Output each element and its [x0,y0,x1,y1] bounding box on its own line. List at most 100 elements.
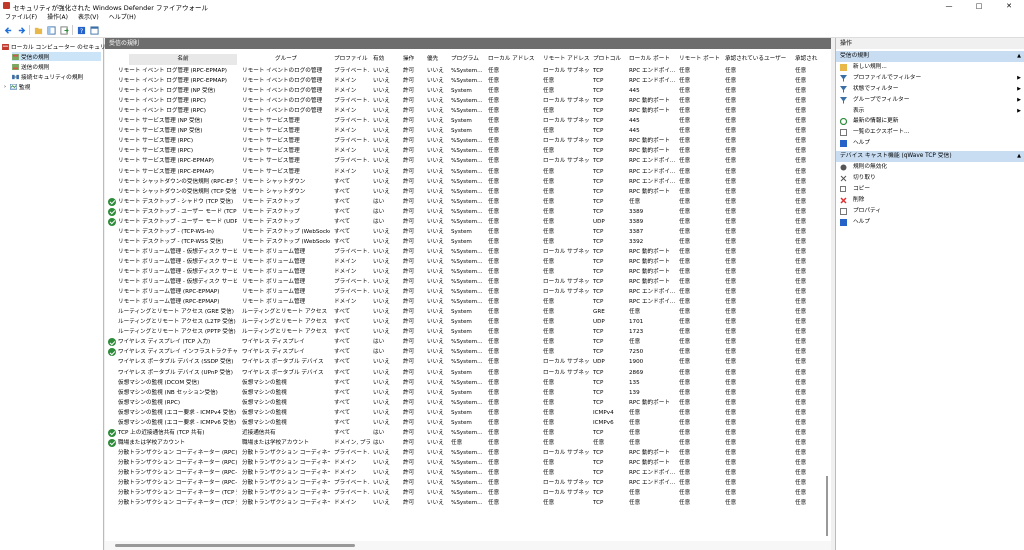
action-item[interactable]: 状態でフィルター ▶ [836,84,1024,95]
table-row[interactable]: 分散トランザクション コーディネーター (RPC) 分散トランザクション コーディ… [105,458,831,468]
menu-view[interactable]: 表示(V) [73,12,104,23]
export-list-icon[interactable] [59,25,69,35]
column-header[interactable]: 優先 [427,54,449,65]
table-row[interactable]: 分散トランザクション コーディネーター (RPC-ER... 分散トランザクション… [105,478,831,488]
table-row[interactable]: リモート ボリューム管理 (RPC-EPMAP) リモート ボリューム管理 プライベ… [105,287,831,297]
collapse-up-icon[interactable]: ▲ [1017,151,1021,162]
table-row[interactable]: リモート サービス管理 (RPC-EPMAP) リモート サービス管理 ドメイン いい… [105,167,831,177]
table-row[interactable]: ルーティングとリモート アクセス (PPTP 受信) ルーティングとリモート アク… [105,327,831,337]
column-header[interactable]: ローカル アドレス [488,54,540,65]
table-row[interactable]: ワイヤレス ポータブル デバイス (SSDP 受信) ワイヤレス ポータブル デバ… [105,357,831,367]
table-row[interactable]: 職場または学校アカウント 職場または学校アカウント ドメイン, プラ...はい 許可 い… [105,438,831,448]
column-header[interactable]: リモート アドレス [543,54,591,65]
table-row[interactable]: ワイヤレス ディスプレイ インフラストラクチャ バッ... ワイヤレス ディスプレ… [105,347,831,357]
action-item[interactable]: 削除 [836,195,1024,206]
table-row[interactable]: リモート ボリューム管理 (RPC-EPMAP) リモート ボリューム管理 ドメイン… [105,297,831,307]
action-item[interactable]: ヘルプ [836,217,1024,228]
table-row[interactable]: リモート ボリューム管理 - 仮想ディスク サービス ... リモート ボリューム… [105,257,831,267]
action-item[interactable]: コピー [836,184,1024,195]
column-header[interactable]: リモート ポート [679,54,722,65]
column-header[interactable]: 有効 [373,54,400,65]
vertical-scroll-thumb[interactable] [826,476,828,536]
action-item[interactable]: 一覧のエクスポート... [836,127,1024,138]
table-row[interactable]: リモート デスクトップ - シャドウ (TCP 受信) リモート デスクトップ すべ… [105,197,831,207]
action-item[interactable]: 切り取り [836,173,1024,184]
table-row[interactable]: リモート イベント ログ管理 (RPC-EPMAP) リモート イベントのログの管… [105,66,831,76]
table-row[interactable]: ワイヤレス ディスプレイ (TCP 入力) ワイヤレス ディスプレイ すべて はい 許可… [105,337,831,347]
horizontal-scrollbar[interactable] [105,541,831,550]
column-header[interactable]: プロトコル [593,54,626,65]
maximize-button[interactable]: □ [964,0,994,12]
column-header[interactable]: 承認され [795,54,831,65]
table-row[interactable]: リモート デスクトップ - (TCP-WS-In) リモート デスクトップ (We… [105,227,831,237]
table-row[interactable]: リモート イベント ログ管理 (RPC-EPMAP) リモート イベントのログの管… [105,76,831,86]
table-row[interactable]: 仮想マシンの監視 (エコー要求 - ICMPv4 受信) 仮想マシンの監視 すべて い… [105,408,831,418]
menu-help[interactable]: ヘルプ(H) [104,12,141,23]
column-header[interactable]: グループ [242,54,330,65]
up-folder-icon[interactable] [33,25,43,35]
close-button[interactable]: ✕ [994,0,1024,12]
table-row[interactable]: リモート サービス管理 (NP 受信) リモート サービス管理 ドメイン いいえ 許可 い… [105,126,831,136]
action-item[interactable]: プロファイルでフィルター ▶ [836,73,1024,84]
collapse-up-icon[interactable]: ▲ [1017,51,1021,62]
column-header[interactable]: 操作 [403,54,425,65]
horizontal-scroll-thumb[interactable] [115,544,355,547]
table-row[interactable]: 分散トランザクション コーディネーター (TCP 受信) 分散トランザクション コ… [105,488,831,498]
column-header[interactable]: プロファイル [334,54,370,65]
table-row[interactable]: リモート サービス管理 (NP 受信) リモート サービス管理 プライベート... い… [105,116,831,126]
table-row[interactable]: リモート ボリューム管理 - 仮想ディスク サービス ... リモート ボリューム… [105,247,831,257]
table-row[interactable]: リモート ボリューム管理 - 仮想ディスク サービス ... リモート ボリューム… [105,267,831,277]
show-hide-tree-icon[interactable] [46,25,56,35]
properties-view-icon[interactable] [89,25,99,35]
tree-item-monitoring[interactable]: › 監視 [4,82,30,91]
action-item[interactable]: ヘルプ [836,138,1024,149]
minimize-button[interactable]: — [934,0,964,12]
actions-section-selected-rule[interactable]: デバイス キャスト機能 (qWave TCP 受信) ▲ [836,151,1024,163]
back-arrow-icon[interactable] [3,25,13,35]
table-row[interactable]: リモート サービス管理 (RPC-EPMAP) リモート サービス管理 プライベート… [105,156,831,166]
table-row[interactable]: 仮想マシンの監視 (DCOM 受信) 仮想マシンの監視 すべて いいえ 許可 いいえ %Sy… [105,378,831,388]
tree-item-connection-security-rules[interactable]: 接続セキュリティの規則 [12,72,83,81]
vertical-scrollbar[interactable] [823,66,831,539]
table-row[interactable]: リモート イベント ログ管理 (RPC) リモート イベントのログの管理 プライベー… [105,96,831,106]
table-row[interactable]: リモート ボリューム管理 - 仮想ディスク サービス ... リモート ボリューム… [105,277,831,287]
table-row[interactable]: リモート サービス管理 (RPC) リモート サービス管理 プライベート... いいえ… [105,136,831,146]
table-row[interactable]: 分散トランザクション コーディネーター (RPC-ER... 分散トランザクション… [105,468,831,478]
table-row[interactable]: ワイヤレス ポータブル デバイス (UPnP 受信) ワイヤレス ポータブル デバ… [105,368,831,378]
table-row[interactable]: リモート デスクトップ - ユーザー モード (UDP 受信) リモート デスクト… [105,217,831,227]
action-item[interactable]: プロパティ [836,206,1024,217]
table-row[interactable]: リモート サービス管理 (RPC) リモート サービス管理 ドメイン いいえ 許可 いいえ… [105,146,831,156]
tree-item-inbound-rules[interactable]: 受信の規則 [12,52,101,61]
action-item[interactable]: グループでフィルター ▶ [836,95,1024,106]
action-item[interactable]: 最新の情報に更新 [836,116,1024,127]
menu-file[interactable]: ファイル(F) [0,12,42,23]
column-header[interactable]: 承認されているユーザー [725,54,791,65]
tree-root[interactable]: ローカル コンピューター のセキュリティ [2,42,117,51]
menu-action[interactable]: 操作(A) [42,12,73,23]
actions-section-inbound-rules[interactable]: 受信の規則 ▲ [836,51,1024,62]
help-icon[interactable]: ? [76,25,86,35]
action-item[interactable]: 表示 ▶ [836,106,1024,117]
table-row[interactable]: リモート デスクトップ - (TCP-WSS 受信) リモート デスクトップ (W… [105,237,831,247]
table-row[interactable]: リモート デスクトップ - ユーザー モード (TCP 受信) リモート デスクト… [105,207,831,217]
column-header[interactable]: ローカル ポート [629,54,676,65]
action-item[interactable]: 規則の無効化 [836,162,1024,173]
table-row[interactable]: リモート イベント ログ管理 (NP 受信) リモート イベントのログの管理 ドメイ… [105,86,831,96]
table-row[interactable]: 仮想マシンの監視 (RPC) 仮想マシンの監視 すべて いいえ 許可 いいえ %System… [105,398,831,408]
tree-item-outbound-rules[interactable]: 送信の規則 [12,62,49,71]
table-row[interactable]: TCP 上の近接通信共有 (TCP 共有) 近接通信共有 すべて はい 許可 いいえ %Sy… [105,428,831,438]
column-header[interactable]: プログラム [451,54,485,65]
table-row[interactable]: ルーティングとリモート アクセス (L2TP 受信) ルーティングとリモート アク… [105,317,831,327]
table-row[interactable]: 分散トランザクション コーディネーター (RPC) 分散トランザクション コーディ… [105,448,831,458]
table-row[interactable]: リモート シャットダウンの受信規則 (TCP 受信) リモート シャットダウン すべ… [105,187,831,197]
forward-arrow-icon[interactable] [16,25,26,35]
table-row[interactable]: ルーティングとリモート アクセス (GRE 受信) ルーティングとリモート アクセ… [105,307,831,317]
table-row[interactable]: リモート イベント ログ管理 (RPC) リモート イベントのログの管理 ドメイン い… [105,106,831,116]
table-row[interactable]: 仮想マシンの監視 (NB セッション受信) 仮想マシンの監視 すべて いいえ 許可 いいえ… [105,388,831,398]
table-row[interactable]: リモート シャットダウンの受信規則 (RPC-EP 受... リモート シャットダ… [105,177,831,187]
column-header[interactable]: 名前 [129,54,237,65]
action-item[interactable]: 新しい規則... [836,62,1024,73]
table-row[interactable]: 仮想マシンの監視 (エコー要求 - ICMPv6 受信) 仮想マシンの監視 すべて い… [105,418,831,428]
table-row[interactable]: 分散トランザクション コーディネーター (TCP 受信) 分散トランザクション コ… [105,498,831,508]
table-cell: リモート イベントのログの管理 [242,68,323,74]
